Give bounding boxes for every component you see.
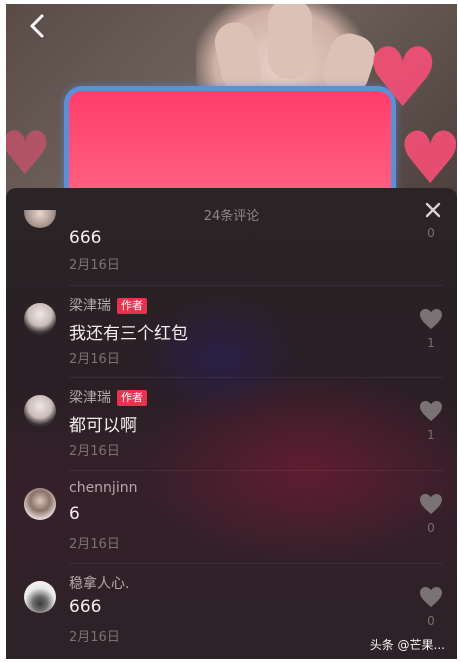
comment-text: 666 bbox=[69, 228, 102, 248]
finger-image bbox=[268, 4, 312, 79]
author-name: 梁津瑞 bbox=[69, 298, 111, 314]
like-count: 1 bbox=[427, 428, 435, 442]
comment-date: 2月16日 bbox=[69, 537, 120, 552]
comment-date: 2月16日 bbox=[69, 630, 120, 645]
comments-count-title: 24条评论 bbox=[203, 209, 260, 224]
divider bbox=[69, 470, 443, 471]
author-name: 稳拿人心. bbox=[69, 576, 130, 592]
comment-text: 都可以啊 bbox=[69, 416, 137, 436]
heart-icon[interactable] bbox=[419, 308, 443, 330]
author-badge: 作者 bbox=[117, 390, 147, 406]
avatar[interactable] bbox=[24, 488, 56, 520]
divider bbox=[69, 563, 443, 564]
heart-icon[interactable] bbox=[419, 493, 443, 515]
avatar[interactable] bbox=[24, 395, 56, 427]
like-count: 0 bbox=[427, 521, 435, 535]
avatar[interactable] bbox=[24, 303, 56, 335]
comment-author[interactable]: 梁津瑞 作者 bbox=[69, 387, 147, 407]
video-background[interactable]: ♥ ♥ ♥ bbox=[6, 4, 457, 236]
watermark: 头条 @芒果... bbox=[369, 638, 445, 652]
heart-sticker: ♥ bbox=[398, 116, 457, 200]
back-arrow-icon[interactable] bbox=[24, 12, 52, 40]
comments-panel: 24条评论 666 2月16日 0 梁津瑞 作者 我还有三个红包 2月16日 1… bbox=[6, 188, 457, 659]
divider bbox=[69, 285, 443, 286]
comment-date: 2月16日 bbox=[69, 444, 120, 459]
heart-icon[interactable] bbox=[419, 586, 443, 608]
heart-icon[interactable] bbox=[419, 400, 443, 422]
comment-text: 6 bbox=[69, 504, 80, 524]
author-name: 梁津瑞 bbox=[69, 390, 111, 406]
avatar[interactable] bbox=[24, 210, 56, 228]
like-button[interactable]: 1 bbox=[419, 308, 443, 350]
author-badge: 作者 bbox=[117, 298, 147, 314]
like-button[interactable]: 1 bbox=[419, 400, 443, 442]
comment-date: 2月16日 bbox=[69, 352, 120, 367]
close-icon[interactable] bbox=[425, 202, 441, 218]
like-button[interactable]: 0 bbox=[419, 586, 443, 628]
comment-date: 2月16日 bbox=[69, 258, 120, 273]
comment-author[interactable]: chennjinn bbox=[69, 480, 137, 496]
like-count: 0 bbox=[427, 614, 435, 628]
like-count: 1 bbox=[427, 336, 435, 350]
avatar[interactable] bbox=[24, 581, 56, 613]
screenshot-frame: ♥ ♥ ♥ 24条评论 666 2月16日 0 梁津瑞 作者 我还有三个红包 2… bbox=[6, 4, 457, 659]
comment-author[interactable]: 稳拿人心. bbox=[69, 573, 129, 593]
heart-sticker: ♥ bbox=[6, 119, 52, 189]
author-name: chennjinn bbox=[69, 480, 138, 496]
comment-text: 666 bbox=[69, 597, 102, 617]
heart-sticker: ♥ bbox=[366, 31, 440, 126]
like-button[interactable]: 0 bbox=[419, 493, 443, 535]
comment-text: 我还有三个红包 bbox=[69, 324, 188, 344]
like-count: 0 bbox=[427, 226, 435, 240]
like-button[interactable]: 0 bbox=[419, 226, 443, 240]
comment-author[interactable]: 梁津瑞 作者 bbox=[69, 295, 147, 315]
divider bbox=[69, 377, 443, 378]
